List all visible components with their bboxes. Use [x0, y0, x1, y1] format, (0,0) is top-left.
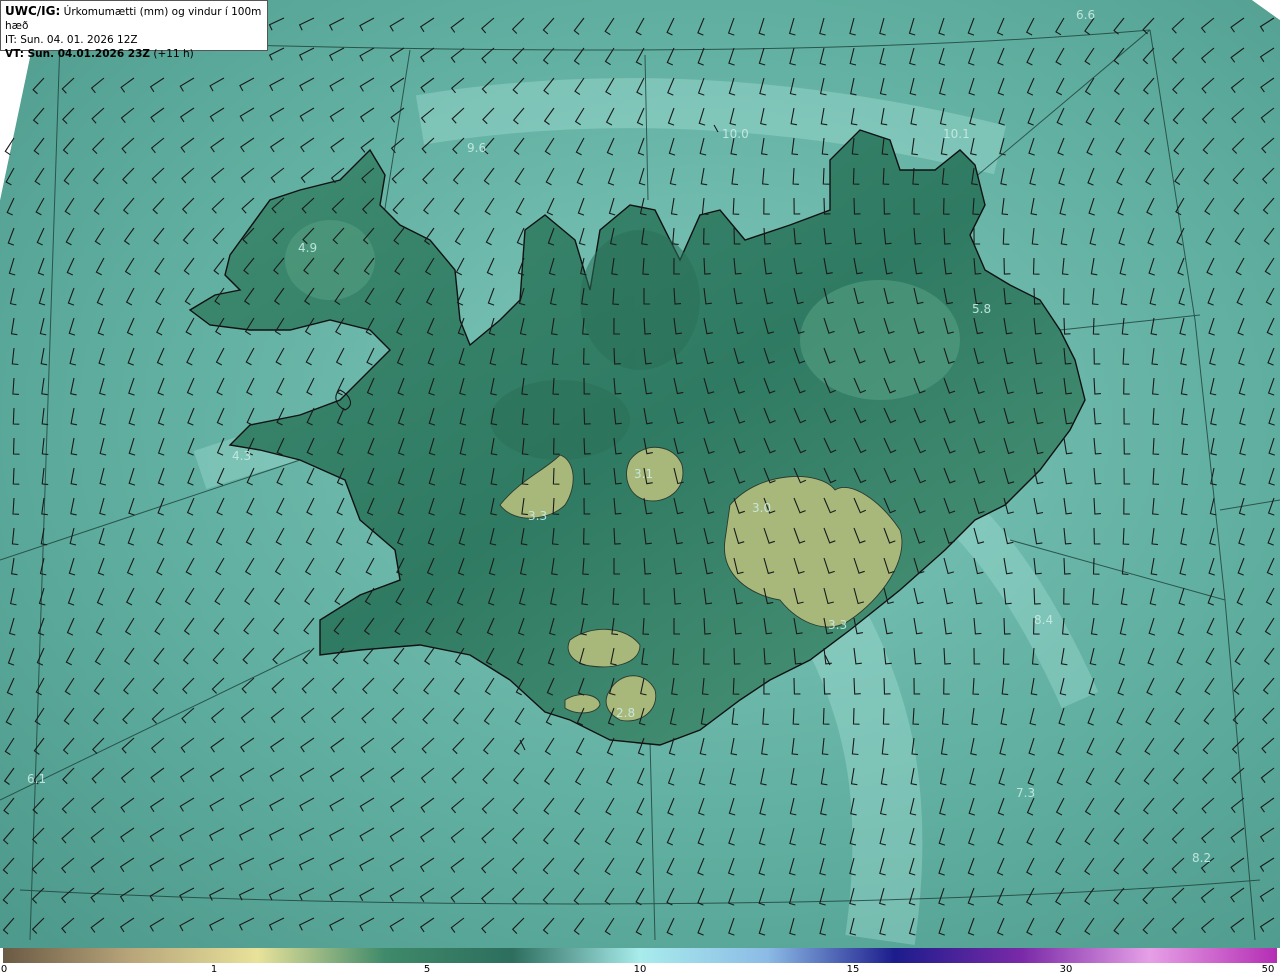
map-value-label: 3.3: [528, 509, 547, 523]
colorbar-tick: 30: [1059, 964, 1073, 975]
map-info-box: UWC/IG: Úrkomumætti (mm) og vindur í 100…: [0, 0, 268, 60]
init-time: IT: Sun. 04. 01. 2026 12Z: [5, 34, 138, 46]
colorbar-legend: 0 1 5 10 15 30 50: [0, 948, 1280, 978]
colorbar-tick: 5: [423, 964, 431, 975]
map-value-label: 10.0: [722, 127, 749, 141]
glacier-torfajokull: [567, 628, 641, 668]
map-value-label: 7.3: [1016, 786, 1035, 800]
colorbar-tick: 1: [210, 964, 218, 975]
map-value-label: 6.1: [27, 772, 46, 786]
colorbar-tick: 10: [633, 964, 647, 975]
map-value-label: 4.3: [232, 449, 251, 463]
map-value-label: 5.8: [972, 302, 991, 316]
valid-offset: (+11 h): [153, 48, 194, 60]
colorbar-tick: 50: [1261, 964, 1275, 975]
map-value-label: 9.6: [467, 141, 486, 155]
colorbar: [3, 948, 1277, 963]
map-value-label: 4.9: [298, 241, 317, 255]
map-svg: 6.6 9.6 10.0 10.1 4.9 5.8 4.3 3.1 3.3 3.…: [0, 0, 1280, 948]
map-value-label: 8.2: [1192, 851, 1211, 865]
map-value-label: 2.8: [616, 706, 635, 720]
map-value-label: 3.3: [828, 618, 847, 632]
valid-time: VT: Sun. 04.01.2026 23Z: [5, 48, 151, 60]
colorbar-tick: 0: [0, 964, 8, 975]
map-canvas[interactable]: 6.6 9.6 10.0 10.1 4.9 5.8 4.3 3.1 3.3 3.…: [0, 0, 1280, 948]
model-label: UWC/IG:: [5, 4, 61, 18]
colorbar-tick: 15: [846, 964, 860, 975]
map-value-label: 3.0: [752, 501, 771, 515]
map-value-label: 6.6: [1076, 8, 1095, 22]
map-value-label: 10.1: [943, 127, 970, 141]
map-value-label: 3.1: [634, 467, 653, 481]
map-value-label: 8.4: [1034, 613, 1053, 627]
